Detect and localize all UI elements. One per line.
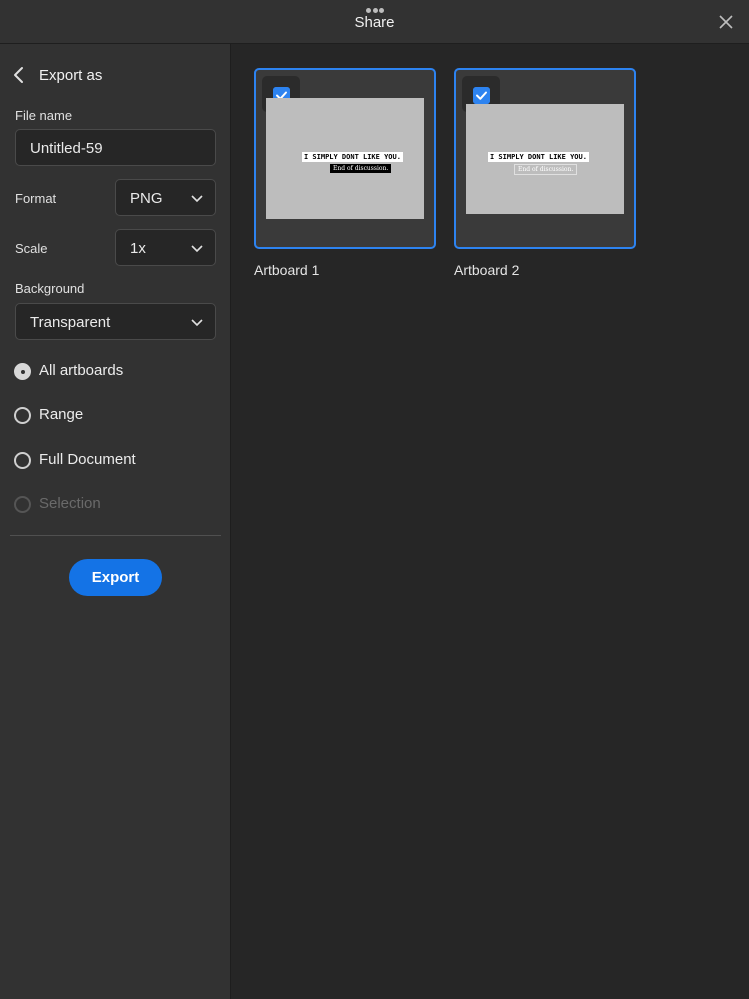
radio-label: Full Document — [39, 451, 136, 468]
radio-label: All artboards — [39, 362, 124, 379]
radio-selected-icon — [14, 363, 31, 380]
format-value: PNG — [130, 190, 163, 207]
artboard-card[interactable]: I SIMPLY DONT LIKE YOU. End of discussio… — [454, 68, 636, 249]
close-icon[interactable] — [716, 12, 736, 32]
radio-label: Range — [39, 406, 84, 423]
background-value: Transparent — [30, 314, 111, 331]
scale-value: 1x — [130, 240, 146, 257]
artboard-thumbnail: I SIMPLY DONT LIKE YOU. End of discussio… — [266, 98, 424, 219]
export-button[interactable]: Export — [69, 559, 162, 596]
artboard-label: Artboard 1 — [254, 262, 320, 278]
background-label: Background — [15, 281, 85, 296]
chevron-down-icon — [191, 195, 203, 203]
export-settings-panel: Export as File name Untitled-59 Format P… — [0, 44, 231, 999]
artboard-card[interactable]: I SIMPLY DONT LIKE YOU. End of discussio… — [254, 68, 436, 249]
divider — [10, 535, 221, 536]
format-select[interactable]: PNG — [115, 179, 216, 216]
title-bar: Share — [0, 0, 749, 44]
thumbnail-caption-main: I SIMPLY DONT LIKE YOU. — [302, 152, 403, 162]
file-name-label: File name — [15, 108, 73, 123]
panel-heading: Export as — [39, 67, 103, 84]
file-name-input[interactable]: Untitled-59 — [15, 129, 216, 166]
radio-unselected-icon — [14, 407, 31, 424]
chevron-down-icon — [191, 319, 203, 327]
file-name-value: Untitled-59 — [30, 140, 103, 157]
artboard-label: Artboard 2 — [454, 262, 520, 278]
format-label: Format — [15, 191, 57, 206]
back-chevron-icon[interactable] — [12, 66, 26, 84]
artboard-thumbnail: I SIMPLY DONT LIKE YOU. End of discussio… — [466, 104, 624, 214]
thumbnail-caption-sub: End of discussion. — [514, 164, 578, 175]
dialog-title: Share — [354, 14, 395, 31]
background-select[interactable]: Transparent — [15, 303, 216, 340]
checkbox-checked-icon[interactable] — [473, 87, 490, 104]
radio-disabled-icon — [14, 496, 31, 513]
chevron-down-icon — [191, 245, 203, 253]
radio-unselected-icon — [14, 452, 31, 469]
scale-select[interactable]: 1x — [115, 229, 216, 266]
thumbnail-caption-main: I SIMPLY DONT LIKE YOU. — [488, 152, 589, 162]
thumbnail-caption-sub: End of discussion. — [330, 164, 392, 173]
radio-label: Selection — [39, 495, 101, 512]
scale-label: Scale — [15, 241, 48, 256]
